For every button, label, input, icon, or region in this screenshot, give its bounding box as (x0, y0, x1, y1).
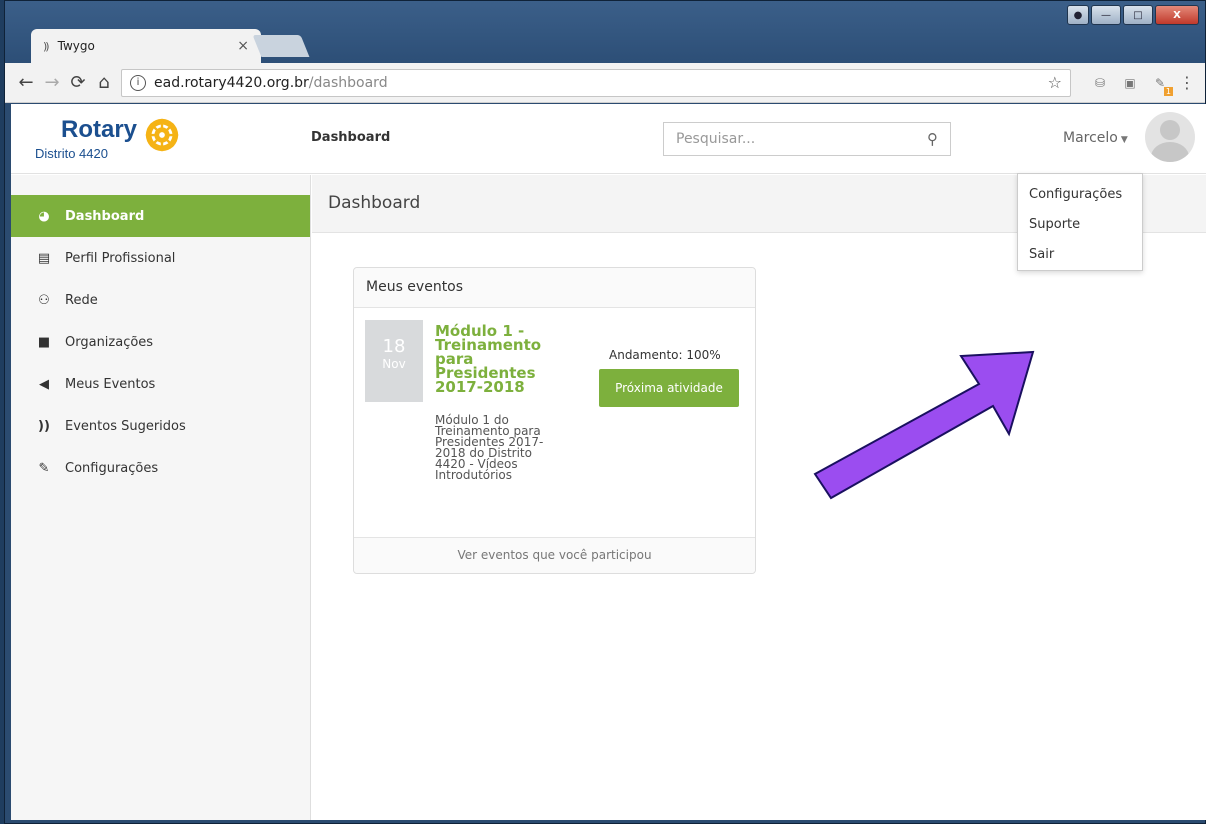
title-bar: )) Twygo × ● — □ X (5, 1, 1205, 65)
dropdown-item-sair[interactable]: Sair (1018, 239, 1142, 269)
events-card: Meus eventos 18 Nov Módulo 1 - Treinamen… (353, 267, 756, 574)
browser-toolbar: ← → ⟳ ⌂ i ead.rotary4420.org.br /dashboa… (5, 63, 1205, 103)
dashboard-icon: ◕ (38, 208, 50, 224)
sidebar-item-meus-eventos[interactable]: ◀ Meus Eventos (11, 363, 310, 405)
address-bar[interactable]: i ead.rotary4420.org.br /dashboard ☆ (121, 68, 1071, 97)
event-day: 18 (382, 336, 406, 357)
dropdown-item-configuracoes[interactable]: Configurações (1018, 179, 1142, 209)
briefcase-icon: ■ (37, 334, 51, 350)
forward-arrow-icon[interactable]: → (39, 70, 65, 96)
search-icon[interactable]: ⚲ (927, 130, 938, 148)
browser-tab[interactable]: )) Twygo × (31, 29, 261, 63)
url-path: /dashboard (308, 74, 388, 91)
sidebar-item-label: Dashboard (65, 208, 145, 224)
sidebar-item-configuracoes[interactable]: ✎ Configurações (11, 447, 310, 489)
profile-card-icon: ▤ (37, 250, 51, 266)
avatar-head (1160, 120, 1180, 140)
rotary-wheel-icon (145, 118, 179, 152)
extension-badge-icon[interactable]: ✎ 1 (1149, 72, 1173, 96)
twygo-favicon-icon: )) (43, 39, 49, 53)
sidebar-item-organizacoes[interactable]: ■ Organizações (11, 321, 310, 363)
reload-icon[interactable]: ⟳ (65, 70, 91, 96)
user-name: Marcelo (1063, 130, 1118, 146)
caret-down-icon: ▼ (1120, 135, 1128, 145)
extension-cylinder-icon[interactable]: ⛁ (1089, 72, 1111, 94)
network-icon: ⚇ (38, 292, 50, 308)
window-controls: ● — □ X (1067, 5, 1199, 25)
tab-title: Twygo (57, 39, 95, 53)
sidebar: ◕ Dashboard ▤ Perfil Profissional ⚇ Rede… (11, 175, 311, 820)
maximize-icon[interactable]: □ (1123, 5, 1153, 25)
close-tab-icon[interactable]: × (237, 38, 249, 54)
sidebar-item-label: Configurações (65, 460, 159, 476)
twygo-icon: )) (38, 418, 50, 434)
page-title: Dashboard (328, 193, 421, 213)
browser-window: )) Twygo × ● — □ X ← → ⟳ ⌂ i ead.rotary4… (4, 0, 1206, 824)
rotary-logo[interactable]: Rotary Distrito 4420 (35, 114, 205, 166)
url-host: ead.rotary4420.org.br (154, 74, 309, 91)
event-description: Módulo 1 do Treinamento para Presidentes… (435, 413, 544, 482)
sidebar-item-label: Meus Eventos (65, 376, 156, 392)
pencil-icon: ✎ (38, 460, 50, 476)
app-header: Rotary Distrito 4420 Dashboard Pesquisar… (11, 104, 1206, 174)
logo-text: Rotary (61, 116, 138, 143)
header-title: Dashboard (311, 130, 391, 145)
extension-badge-count: 1 (1163, 86, 1173, 96)
sidebar-item-dashboard[interactable]: ◕ Dashboard (11, 195, 310, 237)
sidebar-item-label: Eventos Sugeridos (65, 418, 186, 434)
app-page: Rotary Distrito 4420 Dashboard Pesquisar… (11, 104, 1206, 820)
extension-square-icon[interactable]: ▣ (1119, 72, 1141, 94)
new-tab-button[interactable] (252, 35, 310, 57)
annotation-arrow (813, 350, 1035, 500)
event-month: Nov (382, 357, 406, 371)
events-card-title: Meus eventos (354, 268, 755, 308)
event-progress: Andamento: 100% (609, 348, 721, 362)
sidebar-item-rede[interactable]: ⚇ Rede (11, 279, 310, 321)
logo-subtitle: Distrito 4420 (35, 146, 108, 161)
megaphone-icon: ◀ (39, 376, 49, 392)
home-icon[interactable]: ⌂ (91, 70, 117, 96)
bookmark-star-icon[interactable]: ☆ (1048, 73, 1062, 92)
user-profile-icon[interactable]: ● (1067, 5, 1089, 25)
dropdown-item-suporte[interactable]: Suporte (1018, 209, 1142, 239)
back-arrow-icon[interactable]: ← (13, 70, 39, 96)
sidebar-item-label: Organizações (65, 334, 154, 350)
avatar-body (1151, 142, 1189, 162)
sidebar-item-label: Perfil Profissional (65, 250, 176, 266)
minimize-icon[interactable]: — (1091, 5, 1121, 25)
user-dropdown-menu: Configurações Suporte Sair (1017, 173, 1143, 271)
avatar[interactable] (1145, 112, 1195, 162)
browser-menu-icon[interactable]: ⋮ (1177, 73, 1197, 92)
search-input[interactable] (676, 131, 927, 147)
search-box: ⚲ (663, 122, 951, 156)
sidebar-item-perfil-profissional[interactable]: ▤ Perfil Profissional (11, 237, 310, 279)
sidebar-item-label: Rede (65, 292, 98, 308)
next-activity-button[interactable]: Próxima atividade (599, 369, 739, 407)
event-title-link[interactable]: Módulo 1 - Treinamento para Presidentes … (435, 324, 555, 395)
close-window-icon[interactable]: X (1155, 5, 1199, 25)
info-icon[interactable]: i (130, 74, 146, 91)
user-menu-toggle[interactable]: Marcelo ▼ (1063, 130, 1128, 146)
event-date: 18 Nov (365, 320, 423, 402)
view-past-events-link[interactable]: Ver eventos que você participou (354, 537, 755, 573)
sidebar-item-eventos-sugeridos[interactable]: )) Eventos Sugeridos (11, 405, 310, 447)
